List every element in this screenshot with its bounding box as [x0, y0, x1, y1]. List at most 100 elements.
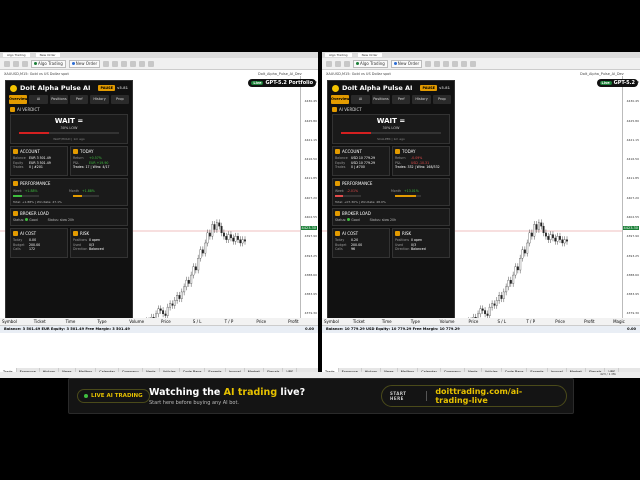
tab-positions[interactable]: Positions [371, 95, 391, 104]
column-header[interactable]: Price [254, 318, 286, 325]
pause-button[interactable]: PAUSE [420, 85, 438, 91]
column-header[interactable]: Time [64, 318, 96, 325]
tab-history[interactable]: History [90, 95, 109, 104]
risk-row-key: Direction [395, 247, 410, 251]
grid-icon[interactable] [461, 60, 468, 67]
column-header[interactable]: T / P [524, 318, 553, 325]
pause-button[interactable]: PAUSE [98, 85, 116, 91]
column-header[interactable]: Volume [127, 318, 159, 325]
today-row-value: Trades: 17 | Wins: 4/17 [73, 165, 110, 169]
profiles-icon[interactable] [335, 60, 341, 67]
tab-ai[interactable]: AI [351, 95, 370, 104]
column-header[interactable]: Type [95, 318, 127, 325]
candle-body [244, 239, 246, 242]
column-header[interactable]: Profit [582, 318, 611, 325]
buy-icon[interactable] [103, 60, 110, 67]
buy-icon[interactable] [425, 60, 432, 67]
new-chart-icon[interactable] [326, 60, 332, 67]
account-label: ACCOUNT [20, 149, 40, 154]
new-order-button[interactable]: New Order [68, 59, 101, 68]
ai-logo-icon [332, 84, 339, 92]
tab-prop[interactable]: Prop [110, 95, 130, 104]
tab-prop[interactable]: Prop [432, 95, 452, 104]
tab-positions[interactable]: Positions [49, 95, 69, 104]
zoom-out-icon[interactable] [452, 60, 459, 67]
performance-card: PERFORMANCE Week +1.88% Month +1.88% Total: +… [10, 178, 128, 206]
sell-icon[interactable] [112, 60, 119, 67]
grid-icon[interactable] [139, 60, 146, 67]
candle-body [507, 279, 510, 288]
verdict-icon [10, 107, 15, 112]
live-ai-trading-pill[interactable]: LIVE AI TRADING [77, 389, 150, 403]
price-tick: 4416.50 [626, 157, 639, 162]
risk-row-key: Direction [73, 247, 88, 251]
week-column: Week +1.88% [13, 189, 69, 193]
algo-trading-button[interactable]: Algo Trading [353, 59, 388, 68]
window-tab-order[interactable]: New Order [35, 53, 60, 57]
window-tab-algo[interactable]: Algo Trading [325, 53, 352, 57]
column-header[interactable]: Time [380, 318, 409, 325]
zoom-out-icon[interactable] [130, 60, 137, 67]
price-tick: 4388.60 [626, 272, 639, 277]
column-header[interactable]: Profit [286, 318, 318, 325]
tab-overview[interactable]: Overview [9, 95, 28, 104]
timeframe-icon[interactable] [148, 60, 155, 67]
wallet-icon [335, 149, 340, 154]
column-header[interactable]: Symbol [0, 318, 32, 325]
price-axis: 4435.104430.454425.804421.154416.504411.… [622, 76, 640, 354]
price-tick: 4402.55 [304, 215, 317, 219]
candle-body [542, 225, 545, 234]
column-header[interactable]: Ticket [32, 318, 64, 325]
tab-ai[interactable]: AI [29, 95, 48, 104]
candle-body [164, 313, 167, 316]
zoom-in-icon[interactable] [443, 60, 450, 67]
column-header[interactable]: T / P [223, 318, 255, 325]
tab-overview[interactable]: Overview [331, 95, 350, 104]
candle-body [535, 224, 538, 230]
broker-note: Status: slow 20h [369, 218, 397, 222]
sell-icon[interactable] [434, 60, 441, 67]
profiles-icon[interactable] [13, 60, 19, 67]
cost-risk-row: AI COST Today 0.00 Budget 200.00 Calls 172 RISK… [10, 228, 128, 258]
zoom-in-icon[interactable] [121, 60, 128, 67]
broker-load-card: BROKER LOAD Status: Good Status: slow 20h [332, 208, 450, 226]
candle-body [488, 306, 491, 316]
ai_cost-row-value: 96 [351, 247, 356, 251]
market-watch-icon[interactable] [344, 60, 350, 67]
price-tick: 4397.90 [304, 234, 317, 239]
column-header[interactable]: Ticket [351, 318, 380, 325]
cta-url[interactable]: doittrading.com/ai-trading-live [435, 387, 558, 405]
column-header[interactable]: Price [159, 318, 191, 325]
month-bar-fill [73, 195, 83, 197]
column-header[interactable]: Magic [611, 318, 640, 325]
ai-panel: DoIt Alpha Pulse AI PAUSE v3.81 Overview AI P… [327, 80, 455, 345]
candle-body [521, 249, 524, 259]
tab-perf[interactable]: Perf [70, 95, 89, 104]
window-tab-order[interactable]: New Order [357, 53, 382, 57]
tab-perf[interactable]: Perf [392, 95, 411, 104]
performance-footer: Total: +07.30% | Win Rate: 48.0% [335, 200, 386, 204]
today-card: TODAY Return +0.57% P&L EUR +19.90 Trades: 17… [70, 146, 128, 176]
algo-trading-button[interactable]: Algo Trading [31, 59, 66, 68]
candle-body [512, 274, 515, 284]
tab-history[interactable]: History [412, 95, 431, 104]
column-header[interactable]: S / L [191, 318, 223, 325]
confidence-text: 30% LOW [60, 126, 78, 130]
broker-heading: BROKER LOAD [335, 211, 447, 216]
gpt-badge: Live GPT-5.2 [596, 79, 638, 87]
start-here-link[interactable]: START HERE doittrading.com/ai-trading-li… [381, 385, 567, 407]
column-header[interactable]: S / L [495, 318, 524, 325]
column-header[interactable]: Price [467, 318, 496, 325]
new-chart-icon[interactable] [4, 60, 10, 67]
market-watch-icon[interactable] [22, 60, 28, 67]
column-header[interactable]: Volume [438, 318, 467, 325]
timeframe-icon[interactable] [470, 60, 477, 67]
column-header[interactable]: Price [553, 318, 582, 325]
account-row-value: 0 | #201 [29, 165, 43, 169]
column-header[interactable]: Symbol [322, 318, 351, 325]
version-label: v3.81 [117, 86, 128, 90]
new-order-button[interactable]: New Order [390, 59, 423, 68]
column-header[interactable]: Type [409, 318, 438, 325]
window-tab-algo[interactable]: Algo Trading [3, 53, 30, 57]
wallet-icon [13, 149, 18, 154]
